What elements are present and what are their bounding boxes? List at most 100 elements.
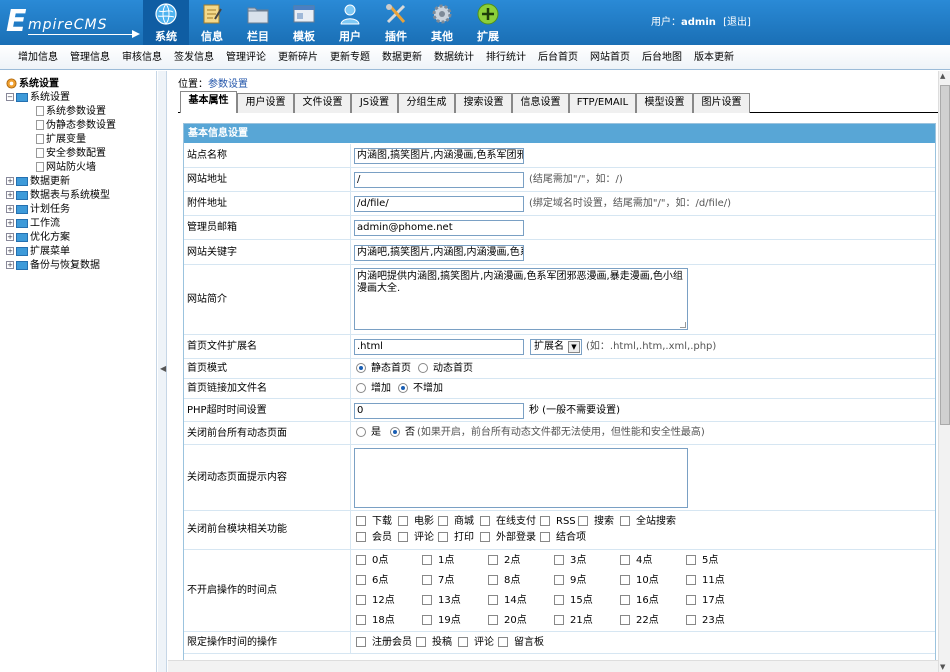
menu-sign-info[interactable]: 签发信息 — [174, 52, 214, 64]
menu-admin-home[interactable]: 后台首页 — [538, 52, 578, 64]
tree-item-system[interactable]: − 系统设置 — [6, 92, 70, 104]
expand-icon[interactable]: + — [6, 233, 14, 241]
hour-option[interactable]: 10点 — [620, 575, 659, 587]
menu-rank-stats[interactable]: 排行统计 — [486, 52, 526, 64]
nav-plugin[interactable]: 插件 — [373, 0, 419, 45]
module-print[interactable]: 打印 — [438, 532, 474, 544]
checkbox-icon[interactable] — [488, 595, 498, 605]
admin-email-input[interactable]: admin@phome.net — [354, 220, 524, 236]
close-msg-textarea[interactable] — [354, 448, 688, 508]
limit-register[interactable]: 注册会员 — [356, 637, 412, 649]
menu-manage-info[interactable]: 管理信息 — [70, 52, 110, 64]
breadcrumb-link[interactable]: 参数设置 — [208, 79, 248, 90]
radio-icon[interactable] — [356, 427, 366, 437]
expand-icon[interactable]: + — [6, 191, 14, 199]
hour-option[interactable]: 23点 — [686, 615, 725, 627]
tab-info[interactable]: 信息设置 — [512, 93, 569, 113]
module-site-search[interactable]: 全站搜索 — [620, 516, 676, 528]
radio-checked-icon[interactable] — [356, 363, 366, 373]
limit-submit[interactable]: 投稿 — [416, 637, 452, 649]
tab-model[interactable]: 模型设置 — [636, 93, 693, 113]
menu-update-topics[interactable]: 更新专题 — [330, 52, 370, 64]
hour-option[interactable]: 22点 — [620, 615, 659, 627]
module-search[interactable]: 搜索 — [578, 516, 614, 528]
checkbox-icon[interactable] — [356, 516, 366, 526]
vertical-scrollbar[interactable]: ▲ ▼ — [938, 71, 950, 672]
hour-option[interactable]: 0点 — [356, 555, 388, 567]
index-ext-select[interactable]: 扩展名 ▼ — [530, 339, 582, 355]
checkbox-icon[interactable] — [554, 615, 564, 625]
module-combine[interactable]: 结合项 — [540, 532, 586, 544]
hour-option[interactable]: 12点 — [356, 595, 395, 607]
tab-basic[interactable]: 基本属性 — [180, 91, 237, 113]
module-movie[interactable]: 电影 — [398, 516, 434, 528]
nav-column[interactable]: 栏目 — [235, 0, 281, 45]
menu-admin-map[interactable]: 后台地图 — [642, 52, 682, 64]
checkbox-icon[interactable] — [356, 615, 366, 625]
checkbox-icon[interactable] — [620, 555, 630, 565]
scroll-thumb[interactable] — [940, 85, 950, 425]
module-download[interactable]: 下载 — [356, 516, 392, 528]
hour-option[interactable]: 4点 — [620, 555, 652, 567]
radio-icon[interactable] — [356, 383, 366, 393]
close-dynamic-yes[interactable]: 是 — [356, 427, 381, 439]
tree-item-workflow[interactable]: + 工作流 — [6, 218, 60, 230]
scroll-up-icon[interactable]: ▲ — [940, 72, 945, 80]
checkbox-icon[interactable] — [422, 595, 432, 605]
index-link-noadd[interactable]: 不增加 — [398, 383, 443, 395]
checkbox-icon[interactable] — [620, 575, 630, 585]
nav-other[interactable]: 其他 — [419, 0, 465, 45]
hour-option[interactable]: 17点 — [686, 595, 725, 607]
tab-ftp-email[interactable]: FTP/EMAIL — [569, 93, 636, 113]
tab-user[interactable]: 用户设置 — [237, 93, 294, 113]
expand-icon[interactable]: + — [6, 261, 14, 269]
limit-guestbook[interactable]: 留言板 — [498, 637, 544, 649]
module-member[interactable]: 会员 — [356, 532, 392, 544]
checkbox-icon[interactable] — [578, 516, 588, 526]
site-name-input[interactable]: 内涵图,搞笑图片,内涵漫画,色系军团邪恶 — [354, 148, 524, 164]
checkbox-icon[interactable] — [356, 555, 366, 565]
attach-url-input[interactable]: /d/file/ — [354, 196, 524, 212]
tree-item-optimize[interactable]: + 优化方案 — [6, 232, 70, 244]
hour-option[interactable]: 16点 — [620, 595, 659, 607]
hour-option[interactable]: 6点 — [356, 575, 388, 587]
tree-item-firewall[interactable]: 网站防火墙 — [36, 162, 96, 174]
checkbox-icon[interactable] — [554, 555, 564, 565]
menu-data-stats[interactable]: 数据统计 — [434, 52, 474, 64]
checkbox-icon[interactable] — [498, 637, 508, 647]
index-mode-dynamic[interactable]: 动态首页 — [418, 363, 473, 375]
checkbox-icon[interactable] — [488, 575, 498, 585]
expand-icon[interactable]: + — [6, 219, 14, 227]
hour-option[interactable]: 5点 — [686, 555, 718, 567]
tree-item-system-params[interactable]: 系统参数设置 — [36, 106, 106, 118]
nav-system[interactable]: 系统 — [143, 0, 189, 45]
menu-site-home[interactable]: 网站首页 — [590, 52, 630, 64]
checkbox-icon[interactable] — [356, 595, 366, 605]
checkbox-icon[interactable] — [488, 555, 498, 565]
hour-option[interactable]: 20点 — [488, 615, 527, 627]
nav-template[interactable]: 模板 — [281, 0, 327, 45]
radio-checked-icon[interactable] — [390, 427, 400, 437]
close-dynamic-no[interactable]: 否 — [390, 427, 415, 439]
checkbox-icon[interactable] — [356, 637, 366, 647]
checkbox-icon[interactable] — [686, 555, 696, 565]
collapse-icon[interactable]: − — [6, 93, 14, 101]
checkbox-icon[interactable] — [480, 516, 490, 526]
menu-update-fragments[interactable]: 更新碎片 — [278, 52, 318, 64]
scroll-down-icon[interactable]: ▼ — [940, 663, 945, 671]
hour-option[interactable]: 11点 — [686, 575, 725, 587]
php-timeout-input[interactable]: 0 — [354, 403, 524, 419]
index-link-add[interactable]: 增加 — [356, 383, 391, 395]
tree-item-extend-vars[interactable]: 扩展变量 — [36, 134, 86, 146]
logout-link[interactable]: [退出] — [723, 17, 751, 28]
checkbox-icon[interactable] — [620, 595, 630, 605]
hour-option[interactable]: 8点 — [488, 575, 520, 587]
checkbox-icon[interactable] — [686, 595, 696, 605]
checkbox-icon[interactable] — [686, 615, 696, 625]
checkbox-icon[interactable] — [554, 595, 564, 605]
collapse-arrow-icon[interactable]: ◀ — [160, 364, 166, 373]
checkbox-icon[interactable] — [438, 516, 448, 526]
expand-icon[interactable]: + — [6, 247, 14, 255]
module-comment[interactable]: 评论 — [398, 532, 434, 544]
hour-option[interactable]: 14点 — [488, 595, 527, 607]
